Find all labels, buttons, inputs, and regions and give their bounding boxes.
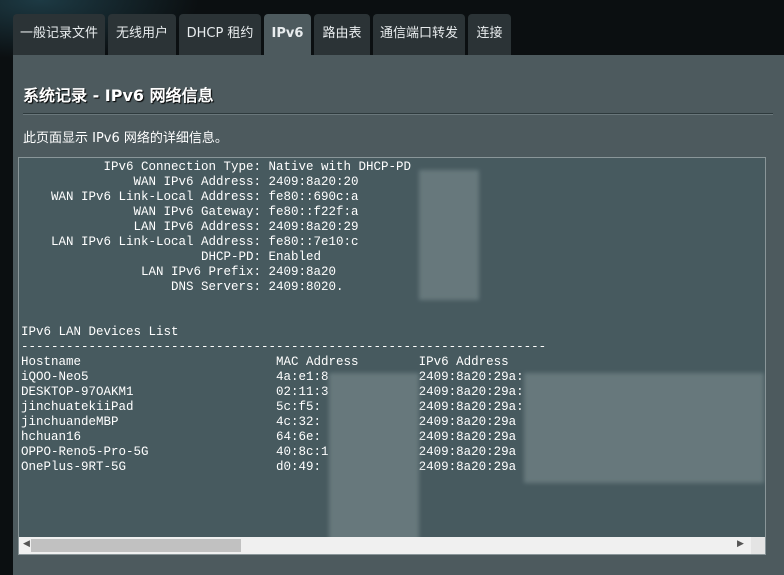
tab-ipv6[interactable]: IPv6	[264, 14, 311, 55]
tab-routing-table[interactable]: 路由表	[314, 14, 370, 55]
scrollbar-thumb[interactable]	[31, 539, 241, 552]
separator-line: ----------------------------------------…	[21, 340, 547, 354]
scroll-left-icon[interactable]: ◀	[23, 539, 30, 549]
resize-grip-icon[interactable]	[751, 537, 765, 554]
device-row: hchuan16 64:6e: 2409:8a20:29a	[21, 430, 517, 444]
tab-general-log[interactable]: 一般记录文件	[13, 14, 105, 55]
scroll-right-icon[interactable]: ▶	[737, 539, 744, 549]
horizontal-scrollbar[interactable]: ◀ ▶	[19, 537, 765, 554]
tab-wireless-clients[interactable]: 无线用户	[108, 14, 176, 55]
devices-title: IPv6 LAN Devices List	[21, 325, 179, 339]
tab-port-forwarding[interactable]: 通信端口转发	[373, 14, 465, 55]
device-row: DESKTOP-97OAKM1 02:11:3 2409:8a20:29a:	[21, 385, 524, 399]
tab-connections[interactable]: 连接	[468, 14, 511, 55]
tab-dhcp-leases[interactable]: DHCP 租约	[179, 14, 261, 55]
device-row: jinchuandeMBP 4c:32: 2409:8a20:29a	[21, 415, 517, 429]
device-row: iQOO-Neo5 4a:e1:8 2409:8a20:29a:	[21, 370, 524, 384]
divider	[23, 113, 773, 115]
privacy-mask	[524, 373, 764, 483]
page-description: 此页面显示 IPv6 网络的详细信息。	[23, 131, 228, 146]
privacy-mask	[419, 170, 479, 300]
device-row: OPPO-Reno5-Pro-5G 40:8c:1 2409:8a20:29a	[21, 445, 517, 459]
page-title: 系统记录 - IPv6 网络信息	[23, 86, 214, 105]
device-row: OnePlus-9RT-5G d0:49: 2409:8a20:29a	[21, 460, 517, 474]
device-row: jinchuatekiiPad 5c:f5: 2409:8a20:29a:	[21, 400, 524, 414]
privacy-mask	[329, 373, 419, 548]
devices-header: Hostname MAC Address IPv6 Address	[21, 355, 509, 369]
ipv6-log-textarea[interactable]: IPv6 Connection Type: Native with DHCP-P…	[18, 157, 766, 555]
